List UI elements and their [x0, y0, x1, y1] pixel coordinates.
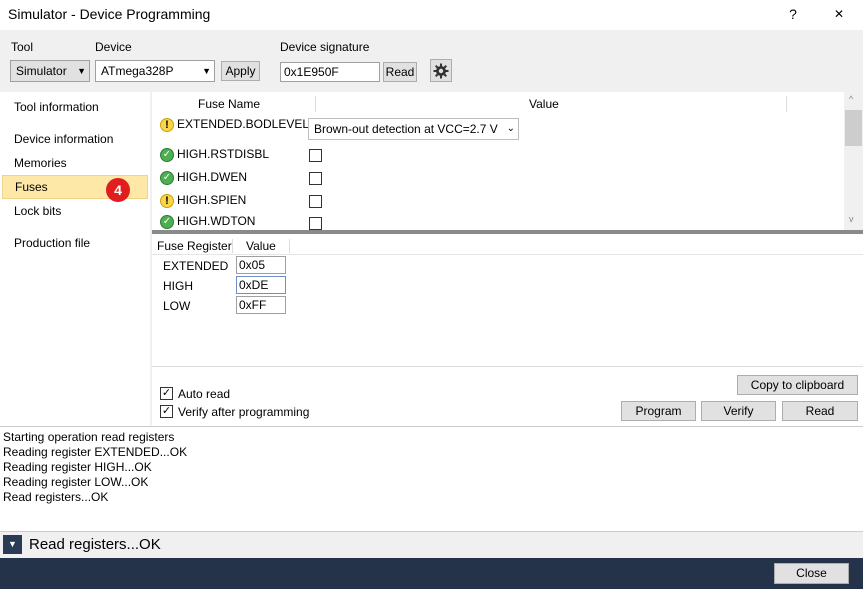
sidebar-item-fuses[interactable]: Fuses 4: [2, 175, 148, 202]
close-button[interactable]: Close: [774, 563, 849, 584]
fuse-name: HIGH.WDTON: [177, 214, 256, 228]
sidebar-item-label: Fuses: [15, 180, 48, 194]
chevron-down-icon: ▼: [77, 66, 86, 76]
fuse-checkbox[interactable]: [309, 217, 322, 230]
fuse-name: HIGH.DWEN: [177, 170, 247, 184]
sidebar: Tool information Device information Memo…: [0, 92, 150, 426]
column-header-value: Value: [529, 97, 559, 111]
log-line: Reading register EXTENDED...OK: [3, 445, 188, 459]
fuse-checkbox[interactable]: [309, 149, 322, 162]
warning-icon: !: [160, 194, 174, 208]
register-row: EXTENDED 0x05: [152, 256, 352, 276]
window-title: Simulator - Device Programming: [8, 6, 211, 22]
pane-splitter[interactable]: [152, 230, 863, 234]
column-divider: [315, 96, 316, 112]
auto-read-checkbox[interactable]: ✓: [160, 387, 173, 400]
log-line: Reading register LOW...OK: [3, 475, 149, 489]
verify-button[interactable]: Verify: [701, 401, 776, 421]
sidebar-item-device-information[interactable]: Device information: [2, 128, 148, 150]
column-divider: [289, 239, 290, 253]
log-line: Starting operation read registers: [3, 430, 175, 444]
auto-read-label: Auto read: [178, 387, 231, 401]
apply-button[interactable]: Apply: [221, 61, 260, 81]
sidebar-item-lock-bits[interactable]: Lock bits: [2, 200, 148, 222]
verify-after-programming-label: Verify after programming: [178, 405, 310, 419]
device-select[interactable]: ATmega328P ▼: [95, 60, 215, 82]
column-header-fuse-register: Fuse Register: [157, 239, 232, 253]
read-button[interactable]: Read: [782, 401, 858, 421]
sidebar-item-tool-information[interactable]: Tool information: [2, 96, 148, 118]
column-divider: [786, 96, 787, 112]
copy-to-clipboard-button[interactable]: Copy to clipboard: [737, 375, 858, 395]
fuse-row: ! EXTENDED.BODLEVEL Brown-out detection …: [152, 114, 842, 140]
fuse-checkbox[interactable]: [309, 172, 322, 185]
scroll-down-icon[interactable]: v: [849, 214, 854, 224]
dialog-footer: Close: [0, 558, 863, 589]
fuse-name: HIGH.RSTDISBL: [177, 147, 270, 161]
fuse-row: ✓ HIGH.RSTDISBL: [152, 144, 842, 166]
check-circle-icon: ✓: [160, 148, 174, 162]
fuses-panel: Fuse Name Value ! EXTENDED.BODLEVEL Brow…: [152, 92, 863, 426]
program-button[interactable]: Program: [621, 401, 696, 421]
help-button[interactable]: ?: [778, 2, 808, 26]
fuse-name: HIGH.SPIEN: [177, 193, 247, 207]
title-bar: Simulator - Device Programming ? ✕: [0, 0, 863, 30]
check-circle-icon: ✓: [160, 171, 174, 185]
fuse-row: ! HIGH.SPIEN: [152, 190, 842, 212]
device-label: Device: [95, 40, 132, 54]
output-log: Starting operation read registers Readin…: [0, 426, 863, 532]
device-select-value: ATmega328P: [101, 64, 174, 78]
tool-label: Tool: [11, 40, 34, 54]
column-divider: [232, 239, 233, 253]
read-signature-button[interactable]: Read: [383, 62, 417, 82]
register-name: EXTENDED: [163, 259, 229, 273]
device-signature-label: Device signature: [280, 40, 370, 54]
register-value-field[interactable]: 0xFF: [236, 296, 286, 314]
options-bar: ✓ Auto read ✓ Verify after programming C…: [152, 366, 863, 426]
sidebar-item-production-file[interactable]: Production file: [2, 232, 148, 254]
fuse-name: EXTENDED.BODLEVEL: [177, 117, 310, 131]
expand-log-button[interactable]: ▼: [3, 535, 22, 554]
verify-after-programming-checkbox[interactable]: ✓: [160, 405, 173, 418]
warning-icon: !: [160, 118, 174, 132]
register-table-header: Fuse Register Value: [152, 237, 863, 255]
device-signature-field[interactable]: 0x1E950F: [280, 62, 380, 82]
column-header-fuse-name: Fuse Name: [198, 97, 261, 111]
status-text: Read registers...OK: [29, 536, 161, 553]
gear-icon: [433, 63, 449, 79]
settings-button[interactable]: [430, 59, 452, 82]
fuse-value-select[interactable]: Brown-out detection at VCC=2.7 V ⌄: [308, 118, 519, 140]
fuse-row: ✓ HIGH.DWEN: [152, 167, 842, 189]
chevron-down-icon: ⌄: [506, 123, 515, 134]
fuse-row: ✓ HIGH.WDTON: [152, 213, 842, 230]
register-row: HIGH 0xDE: [152, 276, 352, 296]
scrollbar-thumb[interactable]: [845, 110, 862, 146]
register-value-field[interactable]: 0x05: [236, 256, 286, 274]
toolbar: Tool Simulator ▼ Device ATmega328P ▼ App…: [0, 30, 863, 92]
column-header-register-value: Value: [246, 239, 276, 253]
tool-select[interactable]: Simulator ▼: [10, 60, 90, 82]
chevron-down-icon: ▼: [8, 539, 17, 549]
check-circle-icon: ✓: [160, 215, 174, 229]
status-bar: ▼ Read registers...OK: [0, 532, 863, 558]
register-name: LOW: [163, 299, 191, 313]
close-icon[interactable]: ✕: [822, 2, 856, 26]
fuse-grid-header: Fuse Name Value: [152, 94, 842, 114]
fuse-value-select-text: Brown-out detection at VCC=2.7 V: [314, 122, 498, 136]
step-badge: 4: [106, 178, 130, 202]
register-value-field[interactable]: 0xDE: [236, 276, 286, 294]
log-line: Read registers...OK: [3, 490, 109, 504]
tool-select-value: Simulator: [16, 64, 67, 78]
fuse-checkbox[interactable]: [309, 195, 322, 208]
chevron-down-icon: ▼: [202, 66, 211, 76]
register-row: LOW 0xFF: [152, 296, 352, 316]
register-name: HIGH: [163, 279, 193, 293]
scroll-up-icon[interactable]: ^: [849, 94, 853, 104]
sidebar-item-memories[interactable]: Memories: [2, 152, 148, 174]
log-line: Reading register HIGH...OK: [3, 460, 152, 474]
